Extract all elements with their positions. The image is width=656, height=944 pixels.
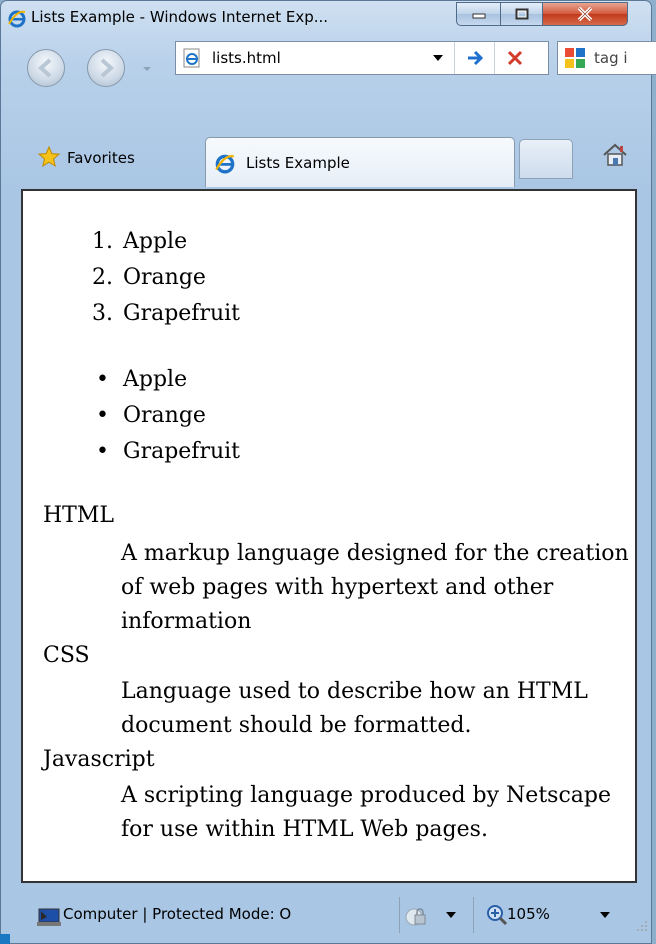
back-button[interactable] — [27, 49, 65, 87]
definition-description: A scripting language produced by Netscap… — [121, 783, 611, 842]
list-number: 3. — [92, 301, 113, 326]
definition-term: CSS — [43, 643, 90, 668]
search-provider-icon — [565, 48, 585, 68]
bullet: • — [96, 367, 109, 392]
security-zone-text[interactable]: Computer | Protected Mode: O — [63, 905, 397, 923]
forward-arrow-icon — [100, 58, 115, 78]
address-bar[interactable]: lists.html — [175, 41, 549, 75]
resize-grip-icon[interactable] — [633, 919, 649, 935]
bullet: • — [96, 403, 109, 428]
ie-icon — [215, 154, 235, 174]
minimize-icon — [472, 13, 485, 19]
zoom-level[interactable]: 105% — [507, 905, 550, 923]
chevron-down-icon[interactable] — [445, 909, 457, 921]
back-arrow-icon — [37, 58, 52, 78]
tab-label: Lists Example — [246, 154, 350, 172]
zoom-icon[interactable] — [485, 903, 509, 927]
computer-icon — [37, 908, 61, 926]
address-text[interactable]: lists.html — [212, 49, 281, 67]
definition-description: A markup language designed for the creat… — [121, 541, 629, 634]
title-bar[interactable]: Lists Example - Windows Internet Exp... — [1, 1, 651, 35]
close-button[interactable] — [542, 2, 628, 26]
maximize-button[interactable] — [500, 2, 543, 26]
minimize-button[interactable] — [456, 2, 501, 26]
close-icon — [577, 6, 593, 22]
page-content: 1. Apple 2. Orange 3. Grapefruit • Apple… — [21, 189, 637, 883]
definition-term: Javascript — [43, 747, 155, 772]
forward-button[interactable] — [87, 49, 125, 87]
definition-description: Language used to describe how an HTML do… — [121, 679, 588, 738]
protected-mode-icon[interactable] — [403, 903, 429, 929]
stop-x-icon[interactable] — [504, 47, 526, 69]
favorites-label: Favorites — [67, 149, 135, 167]
list-number: 1. — [92, 229, 113, 254]
chevron-down-icon[interactable] — [599, 909, 611, 921]
list-item: • Orange — [96, 403, 206, 428]
navigation-bar: lists.html tag i — [1, 41, 656, 97]
list-item: 3. Grapefruit — [92, 301, 240, 326]
favorites-bar: Favorites Lists Example — [19, 135, 655, 189]
recent-pages-dropdown-icon[interactable] — [141, 63, 153, 75]
window-title: Lists Example - Windows Internet Exp... — [31, 8, 329, 26]
search-box[interactable]: tag i — [557, 41, 656, 75]
list-item: • Apple — [96, 367, 187, 392]
list-item: • Grapefruit — [96, 439, 240, 464]
star-icon — [37, 145, 61, 168]
list-number: 2. — [92, 265, 113, 290]
browser-window: Lists Example - Windows Internet Exp... … — [0, 0, 656, 944]
page-icon — [183, 48, 200, 68]
maximize-icon — [515, 8, 528, 20]
ie-icon — [8, 10, 26, 28]
search-input[interactable]: tag i — [594, 49, 628, 67]
bullet: • — [96, 439, 109, 464]
new-tab-button[interactable] — [519, 139, 573, 179]
definition-term: HTML — [43, 503, 114, 528]
taskbar-edge — [0, 934, 10, 944]
go-arrow-icon[interactable] — [465, 47, 487, 69]
home-icon[interactable] — [601, 141, 629, 169]
chevron-down-icon[interactable] — [432, 52, 444, 64]
favorites-button[interactable]: Favorites — [19, 139, 189, 179]
list-item: 2. Orange — [92, 265, 206, 290]
list-item: 1. Apple — [92, 229, 187, 254]
status-bar: Computer | Protected Mode: O 105% — [21, 891, 651, 941]
tab-lists-example[interactable]: Lists Example — [205, 137, 515, 187]
